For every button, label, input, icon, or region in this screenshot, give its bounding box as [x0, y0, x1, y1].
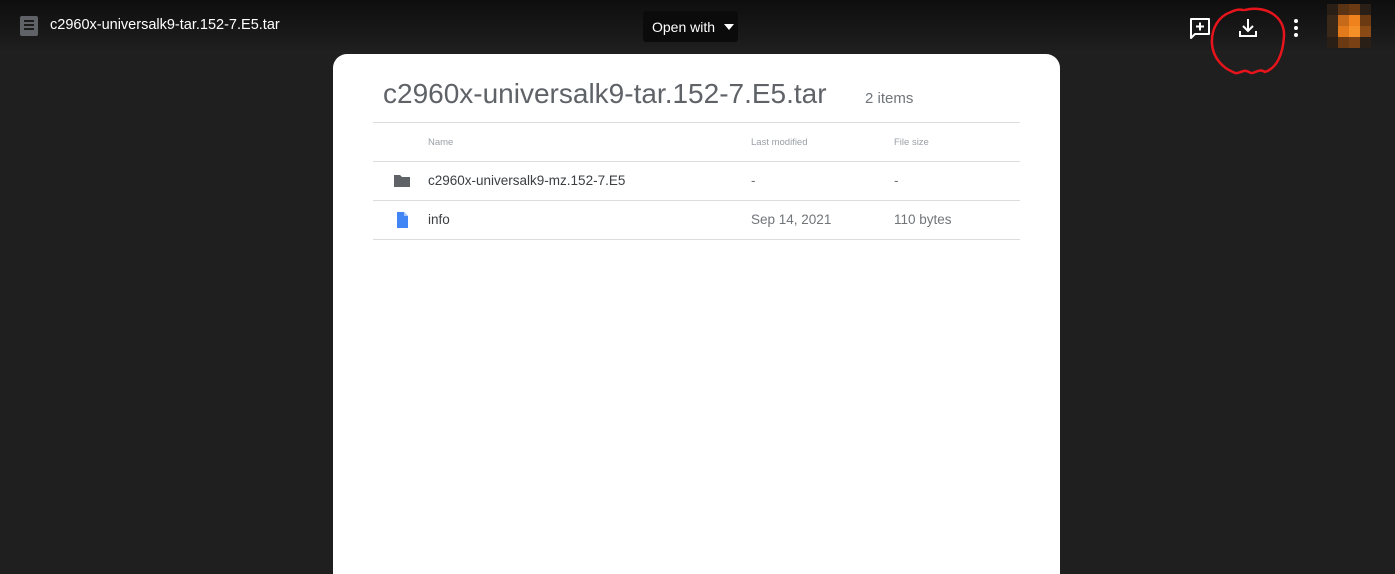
top-bar: c2960x-universalk9-tar.152-7.E5.tar Open… [0, 0, 1395, 54]
file-viewer-card: c2960x-universalk9-tar.152-7.E5.tar 2 it… [333, 54, 1060, 574]
file-size: 110 bytes [894, 212, 952, 227]
folder-icon [394, 175, 410, 187]
caret-down-icon [724, 23, 735, 30]
table-row[interactable]: info Sep 14, 2021 110 bytes [373, 200, 1020, 240]
table-header: Name Last modified File size [373, 122, 1020, 161]
column-header-modified[interactable]: Last modified [751, 137, 808, 148]
file-name: c2960x-universalk9-mz.152-7.E5 [428, 173, 626, 188]
file-title: c2960x-universalk9-tar.152-7.E5.tar [50, 17, 280, 33]
more-vert-icon[interactable] [1284, 16, 1308, 40]
last-modified: Sep 14, 2021 [751, 212, 832, 227]
file-size: - [894, 173, 899, 188]
document-icon [397, 212, 408, 228]
add-comment-icon[interactable] [1188, 16, 1212, 40]
open-with-label: Open with [652, 18, 716, 35]
column-header-name[interactable]: Name [428, 137, 453, 148]
table-row[interactable]: c2960x-universalk9-mz.152-7.E5 - - [373, 161, 1020, 200]
drive-file-icon [20, 16, 38, 36]
avatar[interactable] [1327, 4, 1371, 48]
archive-title: c2960x-universalk9-tar.152-7.E5.tar [383, 78, 827, 109]
download-icon[interactable] [1236, 16, 1260, 40]
file-name: info [428, 212, 450, 227]
file-table: Name Last modified File size c2960x-univ… [373, 122, 1020, 240]
last-modified: - [751, 173, 756, 188]
open-with-button[interactable]: Open with [643, 11, 738, 42]
item-count: 2 items [865, 90, 914, 107]
column-header-size[interactable]: File size [894, 137, 929, 148]
